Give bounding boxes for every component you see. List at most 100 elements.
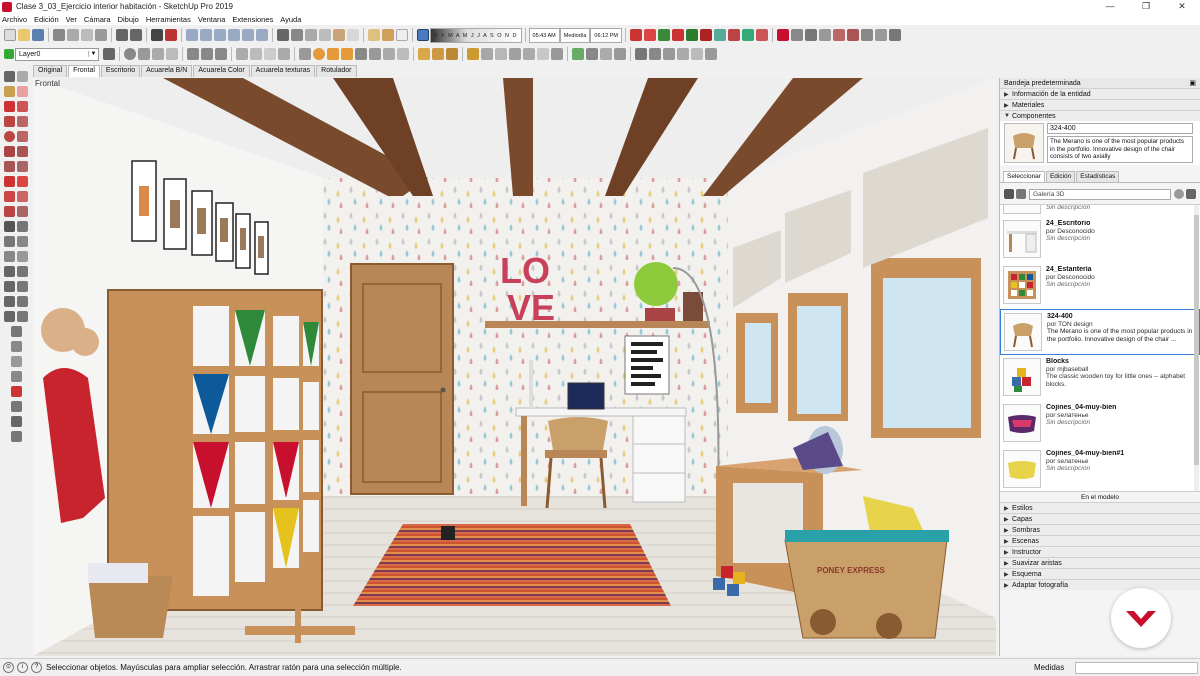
style-1-icon[interactable]: [236, 48, 248, 60]
sandbox-3-icon[interactable]: [10, 356, 22, 367]
list-item[interactable]: 24_Escritorio por Desconocido Sin descripc…: [1000, 217, 1200, 263]
copy-icon[interactable]: [67, 29, 79, 41]
freehand-draw-icon[interactable]: [17, 101, 28, 112]
zoom-extents-icon[interactable]: [215, 48, 227, 60]
ext-tool-6-icon[interactable]: [860, 29, 873, 41]
ext-grid-icon[interactable]: [776, 29, 789, 41]
scale-icon[interactable]: [4, 206, 15, 217]
component-description-field[interactable]: The Merano is one of the most popular pr…: [1047, 136, 1193, 163]
home-icon[interactable]: [1016, 189, 1026, 199]
freehand-icon[interactable]: [432, 48, 444, 60]
hidden-line-icon[interactable]: [305, 29, 317, 41]
measurements-input[interactable]: [1075, 662, 1198, 674]
tab-acuarela-bn[interactable]: Acuarela B/N: [141, 65, 193, 77]
eraser-icon[interactable]: [17, 86, 28, 97]
solid-tool-4-icon[interactable]: [677, 48, 689, 60]
menu-extensiones[interactable]: Extensiones: [232, 15, 273, 24]
layer-manager-icon[interactable]: [103, 48, 115, 60]
ext-red-4-icon[interactable]: [699, 29, 712, 41]
open-folder-icon[interactable]: [18, 29, 30, 41]
xray-icon[interactable]: [277, 29, 289, 41]
circle-icon[interactable]: [313, 48, 325, 60]
position-camera-icon[interactable]: [187, 48, 199, 60]
shadow-time-mid[interactable]: Mediodía: [559, 27, 591, 43]
ext-red-1-icon[interactable]: [629, 29, 642, 41]
pencil-icon[interactable]: [418, 48, 430, 60]
axes-tool-icon[interactable]: [4, 251, 15, 262]
sandbox-5-icon[interactable]: [10, 386, 22, 397]
tab-acuarela-color[interactable]: Acuarela Color: [193, 65, 250, 77]
tab-acuarela-texturas[interactable]: Acuarela texturas: [250, 65, 316, 77]
polygon-draw-icon[interactable]: [17, 131, 28, 142]
search-icon[interactable]: [1174, 189, 1184, 199]
ext-teal-icon[interactable]: [713, 29, 726, 41]
ext-tool-1-icon[interactable]: [790, 29, 803, 41]
extension-warehouse-icon[interactable]: [586, 48, 598, 60]
tab-edicion[interactable]: Edición: [1045, 171, 1076, 182]
offset-icon[interactable]: [369, 48, 381, 60]
protractor-icon[interactable]: [4, 236, 15, 247]
dimension-icon[interactable]: [446, 48, 458, 60]
list-item[interactable]: 24_Estantería por Desconocido Sin descripc…: [1000, 263, 1200, 309]
ext-green-3-icon[interactable]: [741, 29, 754, 41]
minimize-button[interactable]: —: [1092, 0, 1128, 13]
sandbox-2-icon[interactable]: [10, 341, 22, 352]
menu-camara[interactable]: Cámara: [84, 15, 111, 24]
ext-tool-4-icon[interactable]: [832, 29, 845, 41]
sandbox-8-icon[interactable]: [10, 431, 22, 442]
details-arrow-icon[interactable]: [1186, 189, 1196, 199]
component-search-input[interactable]: Galería 3D: [1029, 188, 1171, 200]
ext-tool-3-icon[interactable]: [818, 29, 831, 41]
section-tool-icon[interactable]: [4, 311, 15, 322]
section-escenas[interactable]: ▶ Escenas: [1000, 535, 1200, 546]
orbit-tool-icon[interactable]: [4, 266, 15, 277]
arc-draw-icon[interactable]: [4, 146, 15, 157]
list-item[interactable]: Cojines_04-muy-bien#1 por seлатенье Sin de…: [1000, 447, 1200, 491]
walk-icon[interactable]: [152, 48, 164, 60]
component-4-icon[interactable]: [509, 48, 521, 60]
section-capas[interactable]: ▶ Capas: [1000, 513, 1200, 524]
ext-red-2-icon[interactable]: [643, 29, 656, 41]
menu-archivo[interactable]: Archivo: [2, 15, 27, 24]
new-file-icon[interactable]: [4, 29, 16, 41]
shaded-textures-icon[interactable]: [333, 29, 345, 41]
orbit-icon[interactable]: [124, 48, 136, 60]
component-list-scrollbar[interactable]: [1194, 205, 1199, 491]
rectangle-icon[interactable]: [299, 48, 311, 60]
ext-red-3-icon[interactable]: [671, 29, 684, 41]
ext-tool-5-icon[interactable]: [846, 29, 859, 41]
pan-icon[interactable]: [138, 48, 150, 60]
dimension-tool-icon[interactable]: [17, 221, 28, 232]
move-icon[interactable]: [4, 176, 15, 187]
line-icon[interactable]: [4, 101, 15, 112]
tab-original[interactable]: Original: [33, 65, 68, 77]
3d-text-icon[interactable]: [17, 251, 28, 262]
pin-icon[interactable]: ▣: [1189, 79, 1196, 87]
component-3-icon[interactable]: [495, 48, 507, 60]
section-esquema[interactable]: ▶ Esquema: [1000, 568, 1200, 579]
section-suavizar-aristas[interactable]: ▶ Suavizar aristas: [1000, 557, 1200, 568]
component-6-icon[interactable]: [537, 48, 549, 60]
model-viewport[interactable]: Frontal LO VE PONEY EXPRESS: [33, 78, 996, 656]
save-icon[interactable]: [32, 29, 44, 41]
walk-tool-icon[interactable]: [4, 296, 15, 307]
ext-red-6-icon[interactable]: [755, 29, 768, 41]
circle-draw-icon[interactable]: [4, 131, 15, 142]
shaded-icon[interactable]: [319, 29, 331, 41]
text-tool-icon[interactable]: [383, 48, 395, 60]
polygon-icon[interactable]: [327, 48, 339, 60]
section-sombras[interactable]: ▶ Sombras: [1000, 524, 1200, 535]
layout-icon[interactable]: [614, 48, 626, 60]
cut-icon[interactable]: [53, 29, 65, 41]
list-item[interactable]: Cojines_04-muy-bien por seлатенье Sin desc…: [1000, 401, 1200, 447]
follow-me-tool-icon[interactable]: [17, 191, 28, 202]
share-model-icon[interactable]: [600, 48, 612, 60]
section-instructor[interactable]: ▶ Instructor: [1000, 546, 1200, 557]
menu-ver[interactable]: Ver: [66, 15, 77, 24]
sandbox-icon[interactable]: [396, 29, 408, 41]
ext-tool-8-icon[interactable]: [888, 29, 901, 41]
solid-tool-6-icon[interactable]: [705, 48, 717, 60]
print-icon[interactable]: [151, 29, 163, 41]
shadows-toggle-icon[interactable]: [417, 29, 429, 41]
rotated-rect-icon[interactable]: [17, 116, 28, 127]
